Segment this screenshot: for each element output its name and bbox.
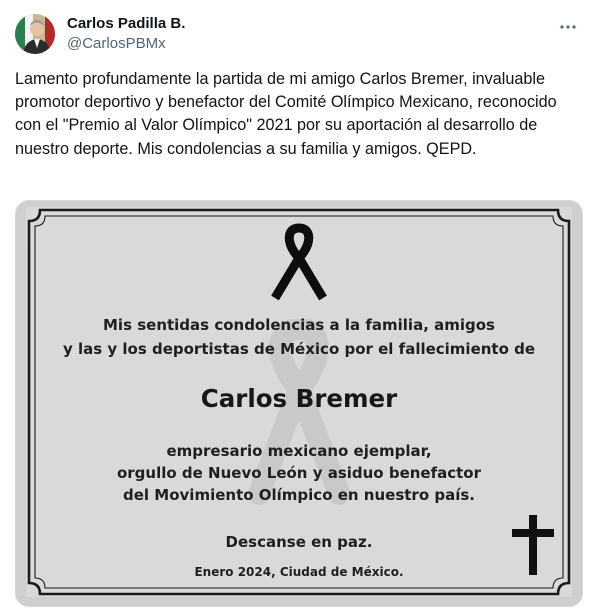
date-place-line: Enero 2024, Ciudad de México. [194,565,404,579]
author-display-name[interactable]: Carlos Padilla B. [67,14,185,34]
tweet-header: Carlos Padilla B. @CarlosPBMx [15,12,581,56]
rest-in-peace-line: Descanse en paz. [225,533,373,551]
more-horizontal-icon [560,16,576,34]
tweet-media-image[interactable]: Mis sentidas condolencias a la familia, … [15,200,583,607]
tribute-line-2: orgullo de Nuevo León y asiduo benefacto… [116,464,482,482]
condolence-card: Mis sentidas condolencias a la familia, … [26,207,572,597]
condolence-line-1: Mis sentidas condolencias a la familia, … [103,316,495,334]
cross-icon [512,515,554,575]
tribute-line-1: empresario mexicano ejemplar, [166,442,432,460]
avatar[interactable] [15,14,55,54]
author-handle[interactable]: @CarlosPBMx [67,34,185,54]
condolence-line-2: y las y los deportistas de México por el… [62,340,536,358]
tweet-text: Lamento profundamente la partida de mi a… [15,70,557,158]
tribute-line-3: del Movimiento Olímpico en nuestro país. [123,486,475,504]
more-options-button[interactable] [555,12,581,38]
author-names: Carlos Padilla B. @CarlosPBMx [67,14,185,54]
deceased-name: Carlos Bremer [200,384,398,413]
mourning-ribbon-icon [271,223,327,301]
